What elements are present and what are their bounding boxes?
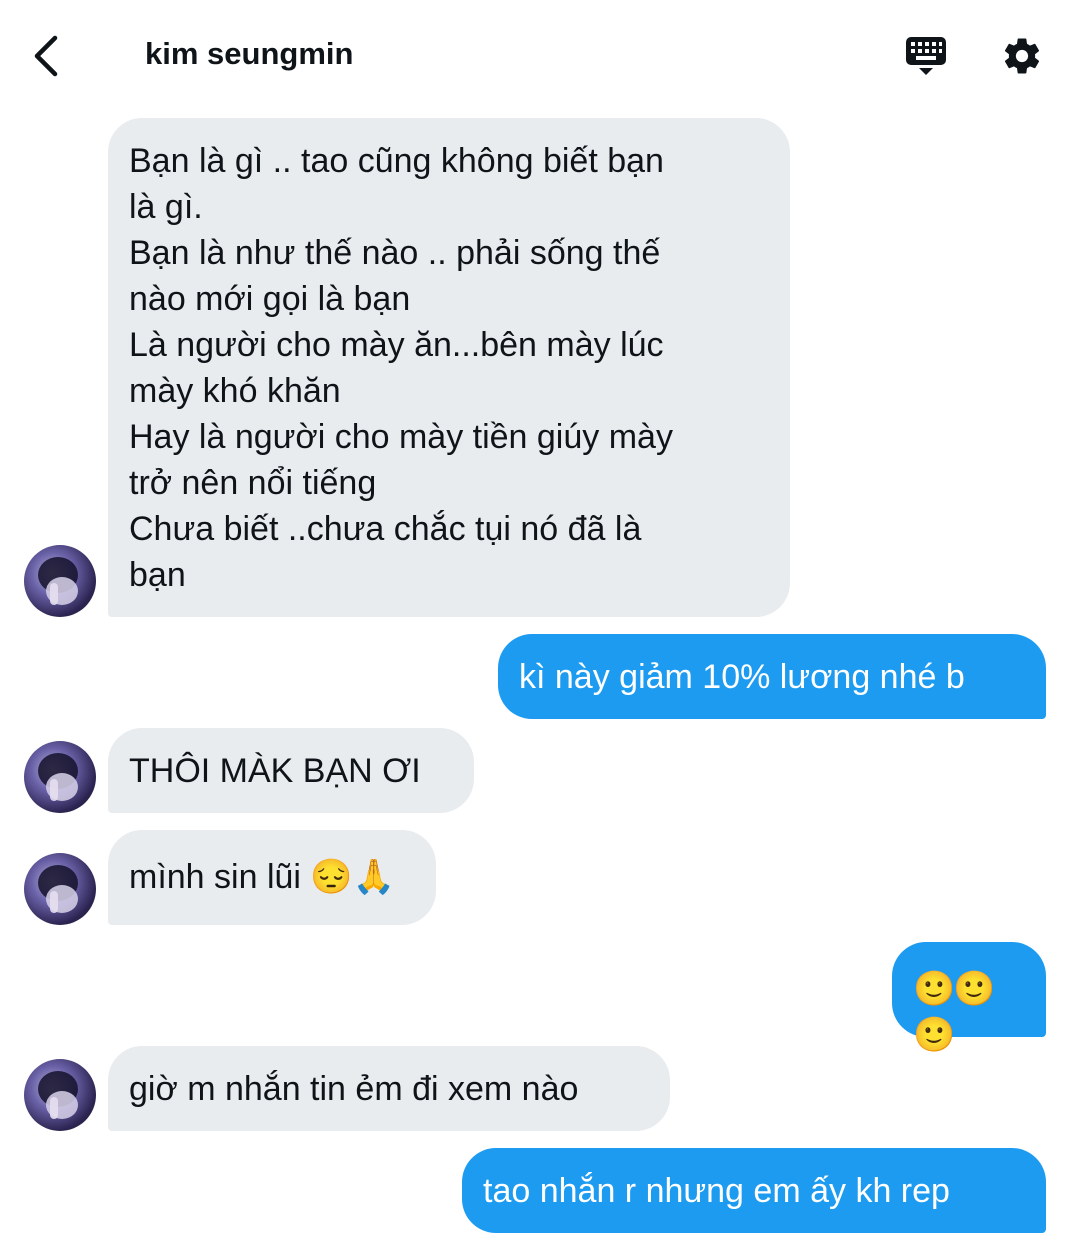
settings-button[interactable] — [998, 30, 1046, 82]
outgoing-message[interactable]: kì này giảm 10% lương nhé b — [498, 634, 1046, 719]
avatar-photo — [38, 753, 78, 801]
dm-conversation-screen: kim seungmin Bạn là gì .. tao cũng không… — [0, 0, 1070, 1238]
gear-icon — [1004, 38, 1040, 74]
conversation-title[interactable]: kim seungmin — [145, 36, 353, 72]
avatar[interactable] — [24, 1059, 96, 1131]
keyboard-icon — [906, 37, 946, 75]
back-button[interactable] — [24, 30, 68, 82]
incoming-message[interactable]: mình sin lũi 😔🙏 — [108, 830, 436, 925]
avatar[interactable] — [24, 545, 96, 617]
avatar-photo — [38, 557, 78, 605]
avatar-photo — [38, 865, 78, 913]
avatar-photo — [38, 1071, 78, 1119]
incoming-message[interactable]: giờ m nhắn tin ẻm đi xem nào — [108, 1046, 670, 1131]
chevron-left-icon — [34, 35, 58, 77]
avatar[interactable] — [24, 853, 96, 925]
avatar[interactable] — [24, 741, 96, 813]
outgoing-message[interactable]: tao nhắn r nhưng em ấy kh rep — [462, 1148, 1046, 1233]
keyboard-button[interactable] — [900, 32, 952, 80]
outgoing-message[interactable]: 🙂🙂🙂 — [892, 942, 1046, 1054]
conversation-header: kim seungmin — [0, 0, 1070, 110]
incoming-message[interactable]: THÔI MÀK BẠN ƠI — [108, 728, 474, 813]
incoming-message[interactable]: Bạn là gì .. tao cũng không biết bạn là … — [108, 118, 790, 617]
